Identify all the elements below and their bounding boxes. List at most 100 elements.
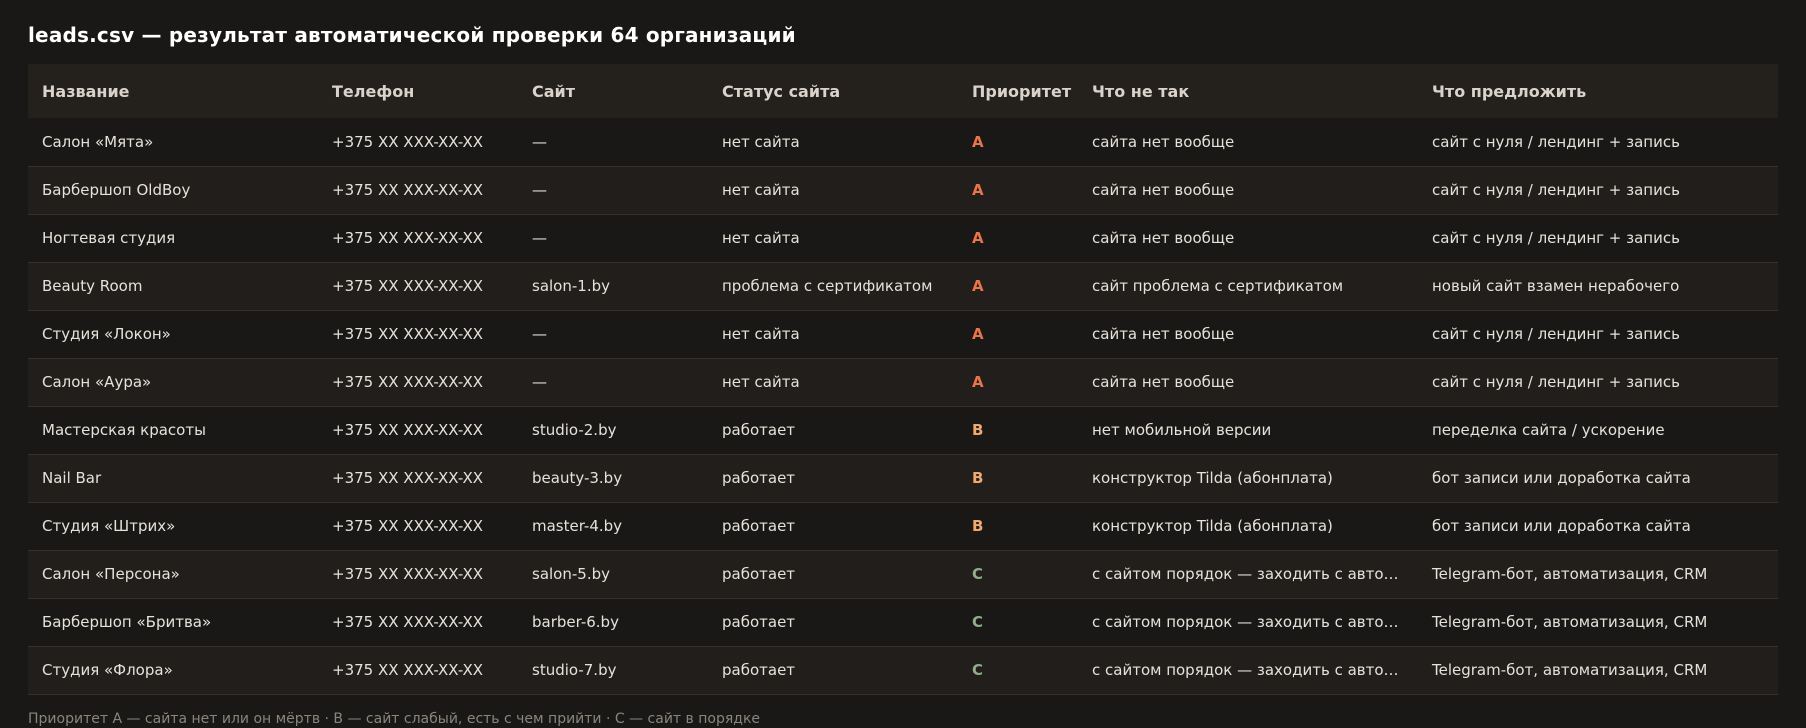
cell-name: Beauty Room [42, 277, 143, 295]
cell-site-status: работает [722, 661, 796, 679]
cell-site-status: нет сайта [722, 373, 800, 391]
cell-offer: сайт с нуля / лендинг + запись [1432, 181, 1680, 199]
cell-name: Салон «Аура» [42, 373, 152, 391]
cell-offer: новый сайт взамен нерабочего [1432, 277, 1680, 295]
cell-phone: +375 XX XXX-XX-XX [332, 373, 484, 391]
cell-offer: сайт с нуля / лендинг + запись [1432, 325, 1680, 343]
column-header-problem[interactable]: Что не так [1078, 64, 1418, 118]
cell-name: Барбершоп OldBoy [42, 181, 191, 199]
column-header-site[interactable]: Сайт [518, 64, 708, 118]
cell-offer: Telegram-бот, автоматизация, CRM [1432, 565, 1708, 583]
cell-problem: сайта нет вообще [1092, 181, 1235, 199]
cell-site: — [532, 229, 547, 247]
cell-offer: сайт с нуля / лендинг + запись [1432, 132, 1680, 151]
cell-site-status: нет сайта [722, 325, 800, 343]
leads-table: Название Телефон Сайт Статус сайта Приор… [28, 64, 1778, 695]
table-row[interactable]: Салон «Мята» +375 XX XXX-XX-XX — нет сайта A… [28, 118, 1778, 166]
page: leads.csv — результат автоматической про… [0, 0, 1806, 728]
cell-site: salon-1.by [532, 277, 610, 295]
cell-offer: Telegram-бот, автоматизация, CRM [1432, 613, 1708, 631]
cell-name: Ногтевая студия [42, 229, 176, 247]
cell-priority: A [972, 325, 984, 343]
cell-problem: с сайтом порядок — заходить с авто… [1092, 565, 1399, 583]
cell-priority: A [972, 277, 984, 295]
table-row[interactable]: Beauty Room +375 XX XXX-XX-XX salon-1.by пр… [28, 262, 1778, 310]
cell-priority: C [972, 613, 984, 631]
cell-priority: A [972, 132, 984, 151]
table-row[interactable]: Салон «Аура» +375 XX XXX-XX-XX — нет сайта A… [28, 358, 1778, 406]
cell-problem: нет мобильной версии [1092, 421, 1272, 439]
cell-site-status: проблема с сертификатом [722, 277, 933, 295]
cell-site-status: нет сайта [722, 229, 800, 247]
table-row[interactable]: Барбершоп «Бритва» +375 XX XXX-XX-XX barbe… [28, 598, 1778, 646]
cell-site: barber-6.by [532, 613, 619, 631]
table-header: Название Телефон Сайт Статус сайта Приор… [28, 64, 1778, 118]
cell-site: — [532, 181, 547, 199]
page-title: leads.csv — результат автоматической про… [28, 23, 796, 47]
cell-priority: A [972, 229, 984, 247]
cell-phone: +375 XX XXX-XX-XX [332, 421, 484, 439]
cell-offer: бот записи или доработка сайта [1432, 469, 1691, 487]
cell-problem: конструктор Tilda (абонплата) [1092, 517, 1333, 535]
header-row: Название Телефон Сайт Статус сайта Приор… [28, 64, 1778, 118]
cell-problem: сайта нет вообще [1092, 373, 1235, 391]
cell-problem: сайта нет вообще [1092, 132, 1235, 151]
cell-name: Студия «Флора» [42, 661, 173, 679]
cell-priority: C [972, 661, 984, 679]
cell-name: Мастерская красоты [42, 421, 206, 439]
cell-site: master-4.by [532, 517, 623, 535]
cell-site-status: нет сайта [722, 181, 800, 199]
table-row[interactable]: Барбершоп OldBoy +375 XX XXX-XX-XX — нет са… [28, 166, 1778, 214]
cell-name: Студия «Штрих» [42, 517, 176, 535]
cell-priority: B [972, 421, 984, 439]
cell-name: Nail Bar [42, 469, 102, 487]
cell-site-status: работает [722, 613, 796, 631]
table-row[interactable]: Студия «Штрих» +375 XX XXX-XX-XX master-4.… [28, 502, 1778, 550]
column-header-offer[interactable]: Что предложить [1418, 64, 1778, 118]
cell-name: Студия «Локон» [42, 325, 171, 343]
cell-offer: бот записи или доработка сайта [1432, 517, 1691, 535]
cell-offer: сайт с нуля / лендинг + запись [1432, 373, 1680, 391]
cell-phone: +375 XX XXX-XX-XX [332, 565, 484, 583]
cell-phone: +375 XX XXX-XX-XX [332, 229, 484, 247]
cell-site: studio-2.by [532, 421, 617, 439]
cell-offer: сайт с нуля / лендинг + запись [1432, 229, 1680, 247]
cell-priority: C [972, 565, 984, 583]
table-body: Салон «Мята» +375 XX XXX-XX-XX — нет сайта A… [28, 118, 1778, 694]
cell-problem: сайт проблема с сертификатом [1092, 277, 1344, 295]
cell-offer: переделка сайта / ускорение [1432, 421, 1665, 439]
cell-offer: Telegram-бот, автоматизация, CRM [1432, 661, 1708, 679]
cell-site: — [532, 132, 547, 151]
cell-phone: +375 XX XXX-XX-XX [332, 325, 484, 343]
column-header-priority[interactable]: Приоритет [958, 64, 1078, 118]
table-row[interactable]: Nail Bar +375 XX XXX-XX-XX beauty-3.by рабо… [28, 454, 1778, 502]
column-header-name[interactable]: Название [28, 64, 318, 118]
table-row[interactable]: Студия «Локон» +375 XX XXX-XX-XX — нет сайт… [28, 310, 1778, 358]
cell-priority: B [972, 469, 984, 487]
cell-problem: с сайтом порядок — заходить с авто… [1092, 613, 1399, 631]
cell-phone: +375 XX XXX-XX-XX [332, 613, 484, 631]
cell-site: — [532, 373, 547, 391]
cell-phone: +375 XX XXX-XX-XX [332, 469, 484, 487]
cell-site-status: работает [722, 469, 796, 487]
table-row[interactable]: Салон «Персона» +375 XX XXX-XX-XX salon-5.… [28, 550, 1778, 598]
cell-site: studio-7.by [532, 661, 617, 679]
cell-site: beauty-3.by [532, 469, 623, 487]
cell-priority: B [972, 517, 984, 535]
table-row[interactable]: Мастерская красоты +375 XX XXX-XX-XX studi… [28, 406, 1778, 454]
cell-name: Барбершоп «Бритва» [42, 613, 212, 631]
cell-phone: +375 XX XXX-XX-XX [332, 517, 484, 535]
column-header-site-status[interactable]: Статус сайта [708, 64, 958, 118]
cell-name: Салон «Мята» [42, 132, 154, 151]
cell-site: salon-5.by [532, 565, 610, 583]
cell-priority: A [972, 181, 984, 199]
cell-site-status: работает [722, 565, 796, 583]
cell-problem: сайта нет вообще [1092, 325, 1235, 343]
cell-site-status: работает [722, 421, 796, 439]
cell-priority: A [972, 373, 984, 391]
table-row[interactable]: Студия «Флора» +375 XX XXX-XX-XX studio-7.… [28, 646, 1778, 694]
table-row[interactable]: Ногтевая студия +375 XX XXX-XX-XX — нет сай… [28, 214, 1778, 262]
cell-site-status: нет сайта [722, 132, 800, 151]
cell-phone: +375 XX XXX-XX-XX [332, 277, 484, 295]
column-header-phone[interactable]: Телефон [318, 64, 518, 118]
